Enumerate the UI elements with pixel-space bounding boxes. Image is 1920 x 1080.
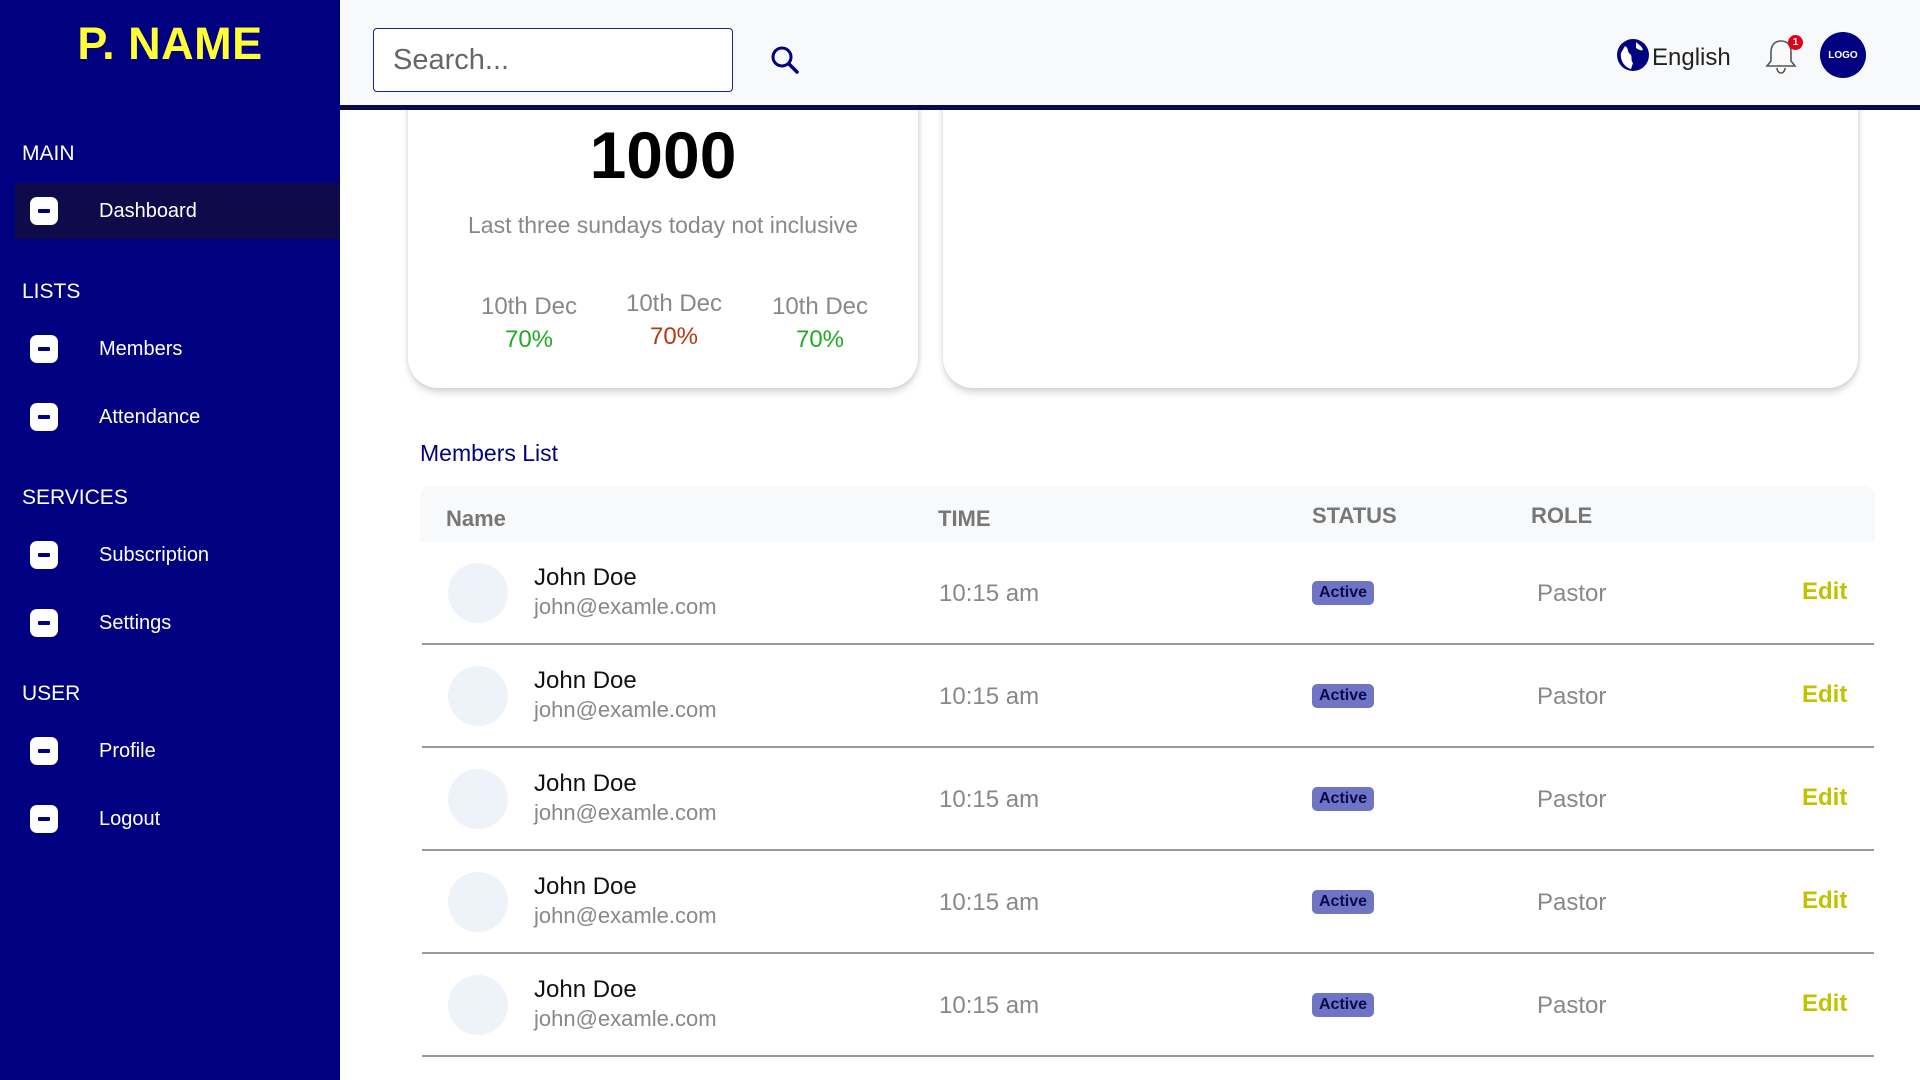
- member-time: 10:15 am: [939, 580, 1040, 607]
- stat-date: 10th Dec: [771, 293, 869, 320]
- column-header-time: TIME: [938, 506, 991, 531]
- notification-badge: 1: [1788, 35, 1803, 50]
- sidebar-item-dashboard[interactable]: Dashboard: [15, 183, 340, 239]
- status-badge: Active: [1312, 684, 1375, 708]
- stat-percent: 70%: [795, 326, 845, 353]
- edit-button[interactable]: Edit: [1802, 784, 1847, 812]
- avatar: [448, 666, 508, 726]
- member-name: John Doe: [534, 976, 637, 1003]
- table-row: John Doe john@examle.com 10:15 am Active Pas…: [422, 954, 1874, 1057]
- sidebar-item-settings[interactable]: Settings: [15, 595, 340, 651]
- member-time: 10:15 am: [939, 992, 1040, 1019]
- stat-item: 10th Dec 70%: [459, 293, 599, 354]
- avatar[interactable]: LOGO: [1820, 32, 1866, 78]
- table-row: John Doe john@examle.com 10:15 am Active Pas…: [422, 645, 1874, 748]
- dashboard-icon: [30, 197, 58, 225]
- sidebar-item-subscription[interactable]: Subscription: [15, 527, 340, 583]
- total-count: 1000: [589, 118, 737, 192]
- members-list-title: Members List: [420, 440, 559, 466]
- stat-percent: 70%: [504, 326, 554, 353]
- avatar: [448, 563, 508, 623]
- settings-icon: [30, 609, 58, 637]
- stat-item: 10th Dec 70%: [750, 293, 890, 354]
- sidebar-item-logout[interactable]: Logout: [15, 791, 340, 847]
- avatar: [448, 975, 508, 1035]
- bell-icon: [1762, 40, 1800, 80]
- attendance-icon: [30, 403, 58, 431]
- sidebar-item-label: Logout: [99, 807, 161, 830]
- member-role: Pastor: [1537, 580, 1607, 607]
- globe-icon: [1616, 38, 1650, 77]
- member-name: John Doe: [534, 667, 637, 694]
- member-email: john@examle.com: [534, 903, 717, 928]
- sidebar: P. NAME MAIN Dashboard LISTS Members Att…: [0, 0, 340, 1080]
- stat-date: 10th Dec: [625, 290, 723, 317]
- sidebar-item-label: Attendance: [99, 405, 201, 428]
- member-email: john@examle.com: [534, 800, 717, 825]
- member-time: 10:15 am: [939, 786, 1040, 813]
- column-header-status: STATUS: [1312, 503, 1397, 528]
- edit-button[interactable]: Edit: [1802, 887, 1847, 915]
- table-header: Name TIME STATUS ROLE: [420, 486, 1875, 542]
- member-email: john@examle.com: [534, 1006, 717, 1031]
- notification-button[interactable]: 1: [1762, 35, 1803, 76]
- members-icon: [30, 335, 58, 363]
- sidebar-item-label: Dashboard: [99, 199, 197, 222]
- sidebar-item-attendance[interactable]: Attendance: [15, 389, 340, 445]
- member-role: Pastor: [1537, 889, 1607, 916]
- search-box: [373, 28, 799, 92]
- sidebar-item-profile[interactable]: Profile: [15, 723, 340, 779]
- logout-icon: [30, 805, 58, 833]
- edit-button[interactable]: Edit: [1802, 990, 1847, 1018]
- column-header-role: ROLE: [1531, 503, 1593, 528]
- stats-caption: Last three sundays today not inclusive: [468, 212, 858, 238]
- member-name: John Doe: [534, 564, 637, 591]
- member-email: john@examle.com: [534, 697, 717, 722]
- sidebar-item-label: Subscription: [99, 543, 210, 566]
- stat-percent: 70%: [649, 323, 699, 350]
- stat-date: 10th Dec: [480, 293, 578, 320]
- table-row: John Doe john@examle.com 10:15 am Active Pas…: [422, 748, 1874, 851]
- section-label-user: USER: [22, 682, 81, 705]
- language-selector[interactable]: English: [1616, 38, 1731, 77]
- language-label: English: [1652, 43, 1731, 71]
- section-label-lists: LISTS: [22, 280, 81, 303]
- status-badge: Active: [1312, 993, 1375, 1017]
- avatar: [448, 769, 508, 829]
- avatar: [448, 872, 508, 932]
- sidebar-item-members[interactable]: Members: [15, 321, 340, 377]
- status-badge: Active: [1312, 581, 1375, 605]
- brand-name: P. NAME: [77, 18, 263, 69]
- member-email: john@examle.com: [534, 594, 717, 619]
- table-row: John Doe john@examle.com 10:15 am Active Pas…: [422, 851, 1874, 954]
- member-time: 10:15 am: [939, 683, 1040, 710]
- subscription-icon: [30, 541, 58, 569]
- sidebar-item-label: Settings: [99, 611, 172, 634]
- member-role: Pastor: [1537, 992, 1607, 1019]
- edit-button[interactable]: Edit: [1802, 578, 1847, 606]
- status-badge: Active: [1312, 787, 1375, 811]
- status-badge: Active: [1312, 890, 1375, 914]
- member-role: Pastor: [1537, 683, 1607, 710]
- edit-button[interactable]: Edit: [1802, 681, 1847, 709]
- profile-icon: [30, 737, 58, 765]
- member-role: Pastor: [1537, 786, 1607, 813]
- sidebar-item-label: Profile: [99, 739, 156, 762]
- section-label-services: SERVICES: [22, 486, 128, 509]
- sidebar-item-label: Members: [99, 337, 183, 360]
- stat-item: 10th Dec 70%: [604, 290, 744, 351]
- section-label-main: MAIN: [22, 142, 75, 165]
- column-header-name: Name: [446, 506, 506, 531]
- member-name: John Doe: [534, 873, 637, 900]
- table-row: John Doe john@examle.com 10:15 am Active Pas…: [422, 542, 1874, 645]
- search-input[interactable]: [374, 29, 770, 91]
- member-name: John Doe: [534, 770, 637, 797]
- top-header: English 1 LOGO: [340, 0, 1920, 110]
- search-icon[interactable]: [770, 36, 800, 84]
- member-time: 10:15 am: [939, 889, 1040, 916]
